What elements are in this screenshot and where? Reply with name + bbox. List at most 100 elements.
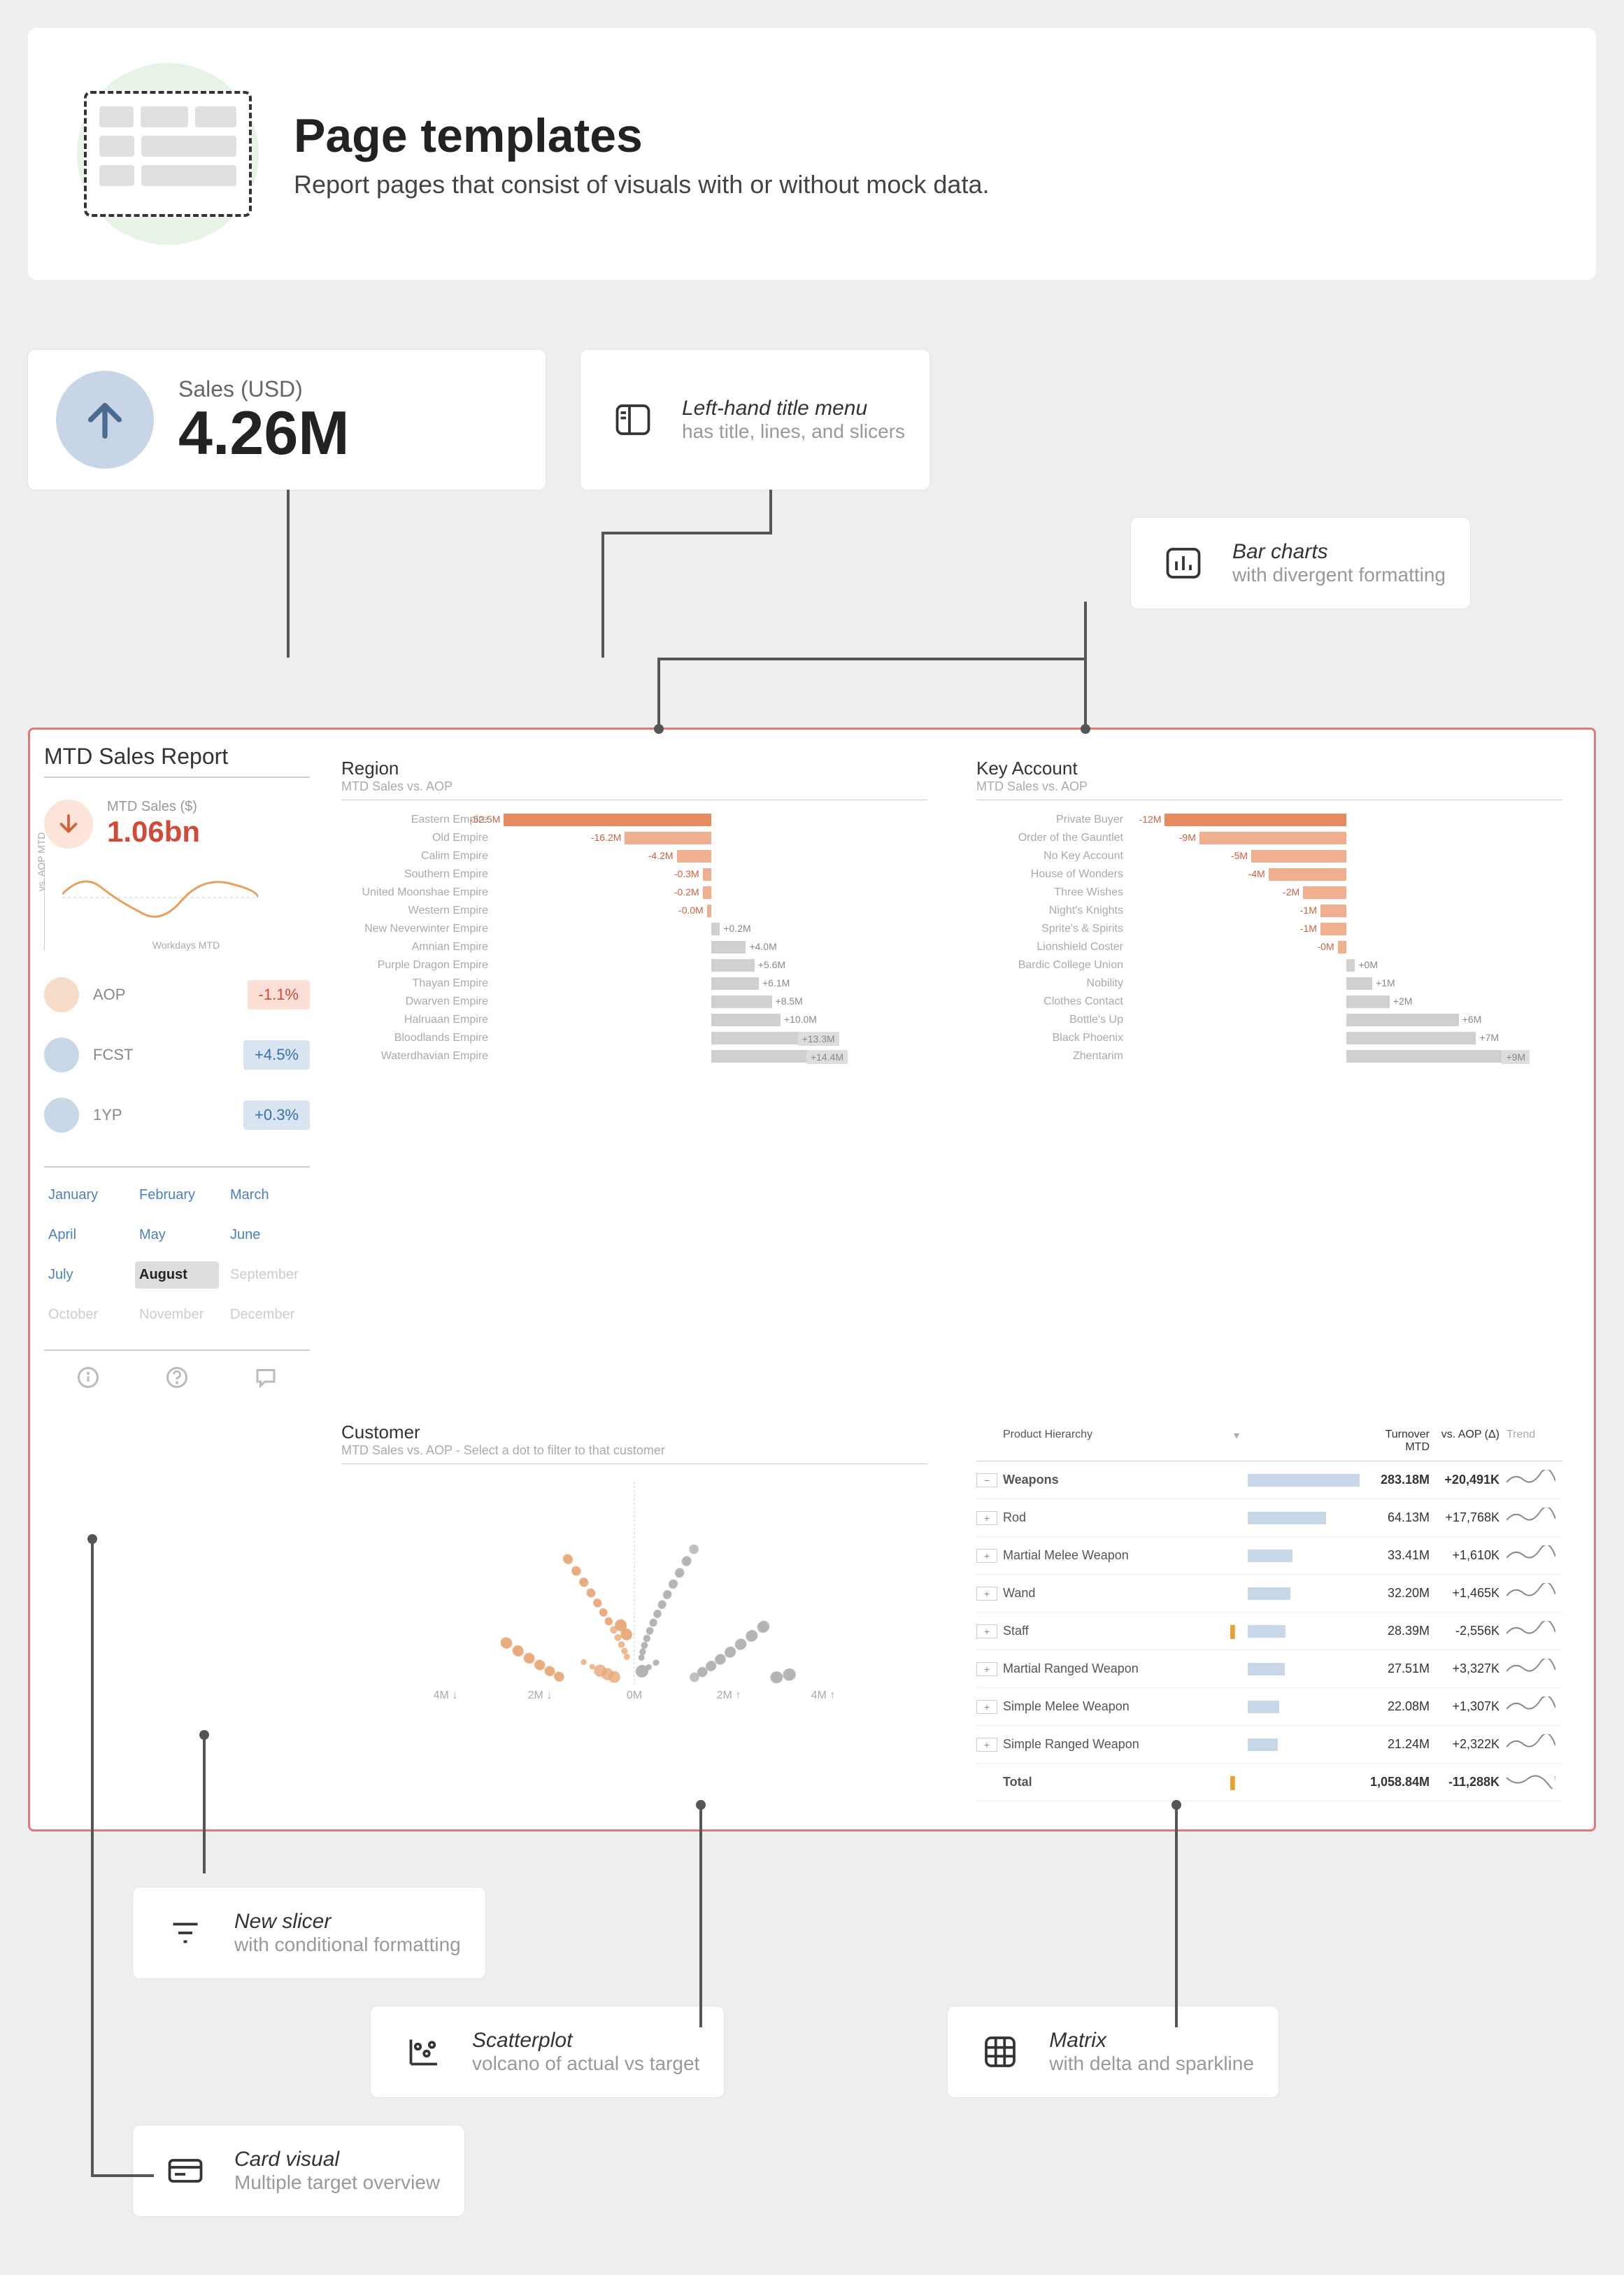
svg-text:2M ↑: 2M ↑ <box>717 1689 741 1701</box>
bar-row[interactable]: Waterdhavian Empire +14.4M <box>341 1047 927 1065</box>
matrix-row[interactable]: + Martial Melee Weapon 33.41M +1,610K <box>976 1537 1562 1575</box>
bar-row[interactable]: Eastern Empire -52.5M <box>341 811 927 829</box>
mtd-label: MTD Sales ($) <box>107 799 200 815</box>
bar-row[interactable]: Order of the Gauntlet -9M <box>976 829 1562 847</box>
month-option[interactable]: May <box>135 1221 219 1249</box>
month-option[interactable]: September <box>226 1261 310 1289</box>
expand-icon[interactable]: + <box>976 1549 997 1563</box>
matrix-row[interactable]: + Martial Ranged Weapon 27.51M +3,327K <box>976 1650 1562 1688</box>
bar-row[interactable]: Nobility +1M <box>976 975 1562 993</box>
scatter-icon <box>395 2024 451 2080</box>
report-side-panel: MTD Sales Report MTD Sales ($) 1.06bn vs… <box>44 744 310 1394</box>
kpi-dot <box>44 1037 79 1072</box>
bar-chart-icon <box>1155 535 1211 591</box>
region-panel[interactable]: Region MTD Sales vs. AOP Eastern Empire … <box>324 744 945 1394</box>
month-option[interactable]: November <box>135 1301 219 1328</box>
month-option[interactable]: October <box>44 1301 128 1328</box>
matrix-row[interactable]: − Weapons 283.18M +20,491K <box>976 1461 1562 1499</box>
bar-row[interactable]: Southern Empire -0.3M <box>341 865 927 884</box>
kpi-label: FCST <box>93 1046 229 1064</box>
callout-scatterplot: Scatterplot volcano of actual vs target <box>371 2006 724 2097</box>
bar-row[interactable]: Clothes Contact +2M <box>976 993 1562 1011</box>
kpi-label: AOP <box>93 986 234 1004</box>
svg-text:2M ↓: 2M ↓ <box>528 1689 553 1701</box>
expand-icon[interactable]: + <box>976 1587 997 1601</box>
sparkline-icon <box>1507 1583 1562 1603</box>
kpi-dot <box>44 977 79 1012</box>
matrix-row[interactable]: + Rod 64.13M +17,768K <box>976 1499 1562 1537</box>
sparkline-icon <box>1507 1508 1562 1528</box>
expand-icon[interactable]: + <box>976 1700 997 1714</box>
bar-row[interactable]: Western Empire -0.0M <box>341 902 927 920</box>
bar-row[interactable]: Zhentarim +9M <box>976 1047 1562 1065</box>
bar-row[interactable]: Night's Knights -1M <box>976 902 1562 920</box>
month-option[interactable]: June <box>226 1221 310 1249</box>
svg-text:4M ↓: 4M ↓ <box>434 1689 458 1701</box>
bar-row[interactable]: Calim Empire -4.2M <box>341 847 927 865</box>
mtd-value: 1.06bn <box>107 815 200 849</box>
bar-row[interactable]: Amnian Empire +4.0M <box>341 938 927 956</box>
kpi-row: AOP -1.1% <box>44 965 310 1025</box>
bar-row[interactable]: United Moonshae Empire -0.2M <box>341 884 927 902</box>
month-option[interactable]: January <box>44 1182 128 1209</box>
bar-row[interactable]: Three Wishes -2M <box>976 884 1562 902</box>
card-icon <box>157 2143 213 2199</box>
bar-row[interactable]: Lionshield Coster -0M <box>976 938 1562 956</box>
template-icon <box>77 63 259 245</box>
sidebar-icon <box>605 392 661 448</box>
kpi-value: +0.3% <box>243 1100 310 1130</box>
bar-row[interactable]: No Key Account -5M <box>976 847 1562 865</box>
kpi-row: FCST +4.5% <box>44 1025 310 1085</box>
bar-row[interactable]: Bloodlands Empire +13.3M <box>341 1029 927 1047</box>
page-header: Page templates Report pages that consist… <box>28 28 1596 280</box>
customer-panel[interactable]: Customer MTD Sales vs. AOP - Select a do… <box>324 1408 945 1815</box>
month-option[interactable]: April <box>44 1221 128 1249</box>
month-option[interactable]: July <box>44 1261 128 1289</box>
sales-value: 4.26M <box>178 402 350 464</box>
expand-icon[interactable]: + <box>976 1738 997 1752</box>
page-title: Page templates <box>294 108 989 163</box>
matrix-total-row: Total ❚ 1,058.84M -11,288K <box>976 1764 1562 1801</box>
month-slicer[interactable]: January February March AprilMayJune JulyAugu… <box>44 1166 310 1328</box>
bar-row[interactable]: Black Phoenix +7M <box>976 1029 1562 1047</box>
bar-row[interactable]: Bottle's Up +6M <box>976 1011 1562 1029</box>
key-account-panel[interactable]: Key Account MTD Sales vs. AOP Private Bu… <box>959 744 1580 1394</box>
month-option[interactable]: December <box>226 1301 310 1328</box>
bar-row[interactable]: Dwarven Empire +8.5M <box>341 993 927 1011</box>
kpi-value: +4.5% <box>243 1040 310 1070</box>
expand-icon[interactable]: − <box>976 1473 997 1487</box>
bar-row[interactable]: Halruaan Empire +10.0M <box>341 1011 927 1029</box>
bar-row[interactable]: New Neverwinter Empire +0.2M <box>341 920 927 938</box>
bar-row[interactable]: Sprite's & Spirits -1M <box>976 920 1562 938</box>
bar-row[interactable]: Purple Dragon Empire +5.6M <box>341 956 927 975</box>
matrix-panel[interactable]: Product Hierarchy ▾ Turnover MTD vs. AOP… <box>959 1408 1580 1815</box>
matrix-row[interactable]: + Simple Melee Weapon 22.08M +1,307K <box>976 1688 1562 1726</box>
expand-icon[interactable]: + <box>976 1511 997 1525</box>
matrix-row[interactable]: + Wand 32.20M +1,465K <box>976 1575 1562 1613</box>
expand-icon[interactable]: + <box>976 1624 997 1638</box>
expand-icon[interactable]: + <box>976 1662 997 1676</box>
callout-new-slicer: New slicer with conditional formatting <box>133 1887 485 1978</box>
bar-row[interactable]: House of Wonders -4M <box>976 865 1562 884</box>
warning-icon: ❚ <box>1227 1622 1248 1640</box>
comment-icon[interactable] <box>253 1365 278 1394</box>
month-option[interactable]: February <box>135 1182 219 1209</box>
sparkline-icon <box>1507 1696 1562 1717</box>
bar-row[interactable]: Private Buyer -12M <box>976 811 1562 829</box>
bar-row[interactable]: Thayan Empire +6.1M <box>341 975 927 993</box>
callout-left-menu: Left-hand title menu has title, lines, a… <box>580 350 929 490</box>
matrix-row[interactable]: + Staff ❚ 28.39M -2,556K <box>976 1613 1562 1650</box>
sparkline-icon <box>1507 1470 1562 1490</box>
warning-icon: ❚ <box>1227 1773 1248 1791</box>
sparkline: vs. AOP MTD Workdays MTD <box>44 863 310 951</box>
info-icon[interactable] <box>76 1365 101 1394</box>
month-option[interactable]: March <box>226 1182 310 1209</box>
sales-card: Sales (USD) 4.26M <box>28 350 546 490</box>
month-option[interactable]: August <box>135 1261 219 1289</box>
bar-row[interactable]: Old Empire -16.2M <box>341 829 927 847</box>
bar-row[interactable]: Bardic College Union +0M <box>976 956 1562 975</box>
filter-icon <box>157 1905 213 1961</box>
arrow-up-icon <box>56 371 154 469</box>
matrix-row[interactable]: + Simple Ranged Weapon 21.24M +2,322K <box>976 1726 1562 1764</box>
help-icon[interactable] <box>164 1365 190 1394</box>
